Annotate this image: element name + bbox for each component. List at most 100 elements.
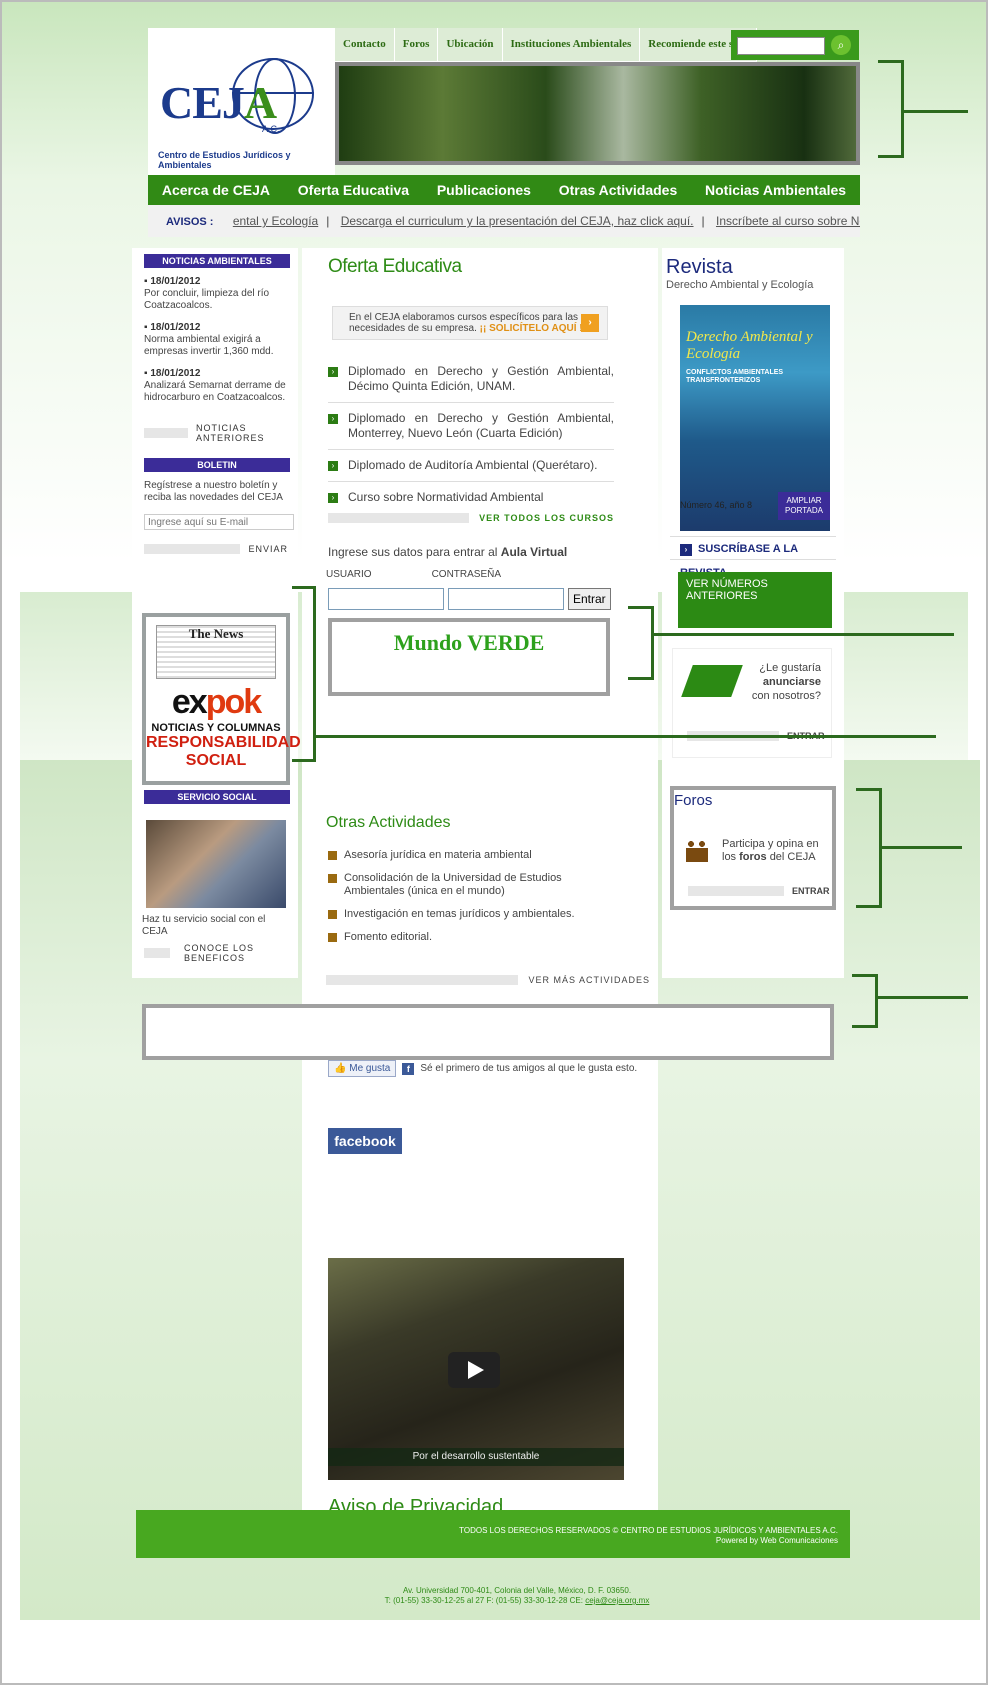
nav-noticias[interactable]: Noticias Ambientales <box>705 175 846 205</box>
foros-title: Foros <box>674 792 713 809</box>
logo-ac: A.C. <box>262 124 280 134</box>
suscribase-link[interactable]: ›SUSCRÍBASE A LA REVISTA <box>670 536 836 579</box>
nav-otras[interactable]: Otras Actividades <box>559 175 678 205</box>
bar <box>144 948 170 958</box>
bar <box>328 513 470 523</box>
aviso-link[interactable]: ental y Ecología <box>233 214 318 228</box>
enviar-button[interactable]: ENVIAR <box>144 542 288 556</box>
promo-cta: ¡¡ SOLICÍTELO AQUÍ !! <box>479 323 586 334</box>
annotation-line <box>904 110 968 113</box>
top-nav: Contacto Foros Ubicación Instituciones A… <box>335 28 758 62</box>
search-box: ⌕ <box>731 30 859 60</box>
nav-acerca[interactable]: Acerca de CEJA <box>162 175 270 205</box>
mundo-verde-banner[interactable]: Mundo VERDE <box>328 618 610 696</box>
course-text: Diplomado de Auditoría Ambiental (Querét… <box>348 458 598 472</box>
password-input[interactable] <box>448 588 564 610</box>
course-item[interactable]: › Diplomado en Derecho y Gestión Ambienta… <box>328 403 614 450</box>
login-labels: USUARIO CONTRASEÑA <box>326 569 658 580</box>
ver-mas-label: VER MÁS ACTIVIDADES <box>528 975 650 985</box>
address-line1: Av. Universidad 700-401, Colonia del Val… <box>402 1586 632 1595</box>
usuario-input[interactable] <box>328 588 444 610</box>
footer-copyright: TODOS LOS DERECHOS RESERVADOS © CENTRO D… <box>459 1526 838 1535</box>
ver-numeros-button[interactable]: VER NÚMEROS ANTERIORES <box>678 572 832 628</box>
aviso-link[interactable]: Descarga el curriculum y la presentación… <box>341 214 694 228</box>
expok-logo-b: pok <box>205 683 262 721</box>
annotation-bracket <box>292 586 316 762</box>
foros-entrar[interactable]: ENTRAR <box>688 886 830 896</box>
header-banner <box>335 62 860 165</box>
foros-box[interactable]: Foros Participa y opina en los foros del… <box>670 786 836 910</box>
email-field[interactable] <box>144 514 294 530</box>
boletin-text: Regístrese a nuestro boletín y reciba la… <box>144 480 283 503</box>
email-link[interactable]: ceja@ceja.org.mx <box>585 1596 649 1605</box>
address-line2: T: (01-55) 33-30-12-25 al 27 F: (01-55) … <box>322 1596 712 1606</box>
address-phones: T: (01-55) 33-30-12-25 al 27 F: (01-55) … <box>384 1596 583 1605</box>
annotation-bracket <box>628 606 654 680</box>
topnav-ubicacion[interactable]: Ubicación <box>438 28 503 61</box>
like-button[interactable]: 👍 Me gusta <box>328 1060 397 1077</box>
social-more-label: CONOCE LOS BENEFICOS <box>184 943 255 963</box>
social-text: Haz tu servicio social con el CEJA <box>142 914 266 937</box>
news-date: 18/01/2012 <box>150 368 201 379</box>
ver-cursos-label: VER TODOS LOS CURSOS <box>479 513 614 523</box>
aviso-separator: | <box>701 214 705 228</box>
bar <box>144 428 188 438</box>
promo-banner[interactable]: En el CEJA elaboramos cursos específicos… <box>332 306 608 340</box>
activity-text: Consolidación de la Universidad de Estud… <box>344 872 562 897</box>
search-input[interactable] <box>737 37 825 55</box>
topnav-instituciones[interactable]: Instituciones Ambientales <box>503 28 641 61</box>
ampliar-portada-button[interactable]: AMPLIAR PORTADA <box>778 492 830 520</box>
like-text: Sé el primero de tus amigos al que le gu… <box>420 1063 638 1074</box>
social-header: SERVICIO SOCIAL <box>144 790 290 804</box>
course-item[interactable]: › Curso sobre Normatividad Ambiental <box>328 482 614 513</box>
annotation-bracket <box>856 788 882 908</box>
news-item[interactable]: ▪ 18/01/2012 Por concluir, limpieza del r… <box>132 276 298 312</box>
nav-publicaciones[interactable]: Publicaciones <box>437 175 531 205</box>
cover-topic: CONFLICTOS AMBIENTALES TRANSFRONTERIZOS <box>686 369 784 384</box>
activity-text: Fomento editorial. <box>344 931 433 943</box>
facebook-button[interactable]: facebook <box>328 1128 402 1154</box>
play-icon[interactable] <box>448 1352 500 1388</box>
issue-number: Número 46, año 8 <box>680 500 753 510</box>
expok-ad[interactable]: The News expok NOTICIAS Y COLUMNAS RESPO… <box>142 613 301 785</box>
arrow-bullet-icon: › <box>328 367 338 377</box>
ver-mas-link[interactable]: VER MÁS ACTIVIDADES <box>326 975 650 985</box>
course-text: Curso sobre Normatividad Ambiental <box>348 490 544 504</box>
entrar-button[interactable]: Entrar <box>568 588 611 610</box>
activity-text: Investigación en temas jurídicos y ambie… <box>344 908 575 920</box>
news-item[interactable]: ▪ 18/01/2012 Analizará Semarnat derrame d… <box>132 368 298 404</box>
book-icon <box>681 665 743 697</box>
video-player[interactable]: Por el desarrollo sustentable <box>328 1258 624 1480</box>
course-item[interactable]: › Diplomado de Auditoría Ambiental (Queré… <box>328 450 614 482</box>
activity-item[interactable]: Fomento editorial. <box>328 928 608 947</box>
ver-cursos-link[interactable]: VER TODOS LOS CURSOS <box>328 513 614 523</box>
course-item[interactable]: › Diplomado en Derecho y Gestión Ambienta… <box>328 356 614 403</box>
activity-item[interactable]: Consolidación de la Universidad de Estud… <box>328 869 608 901</box>
topnav-contacto[interactable]: Contacto <box>335 28 395 61</box>
annotation-line <box>878 996 968 999</box>
anunciarse-text: ¿Le gustaría anunciarse con nosotros? <box>752 661 821 703</box>
nav-oferta[interactable]: Oferta Educativa <box>298 175 409 205</box>
news-more-link[interactable]: NOTICIAS ANTERIORES <box>144 423 288 443</box>
main-nav: Acerca de CEJA Oferta Educativa Publicac… <box>148 175 860 205</box>
facebook-widget-box <box>142 1004 834 1060</box>
annotation-line <box>316 735 936 738</box>
forest-image <box>339 66 856 161</box>
search-icon[interactable]: ⌕ <box>831 35 851 55</box>
news-item[interactable]: ▪ 18/01/2012 Norma ambiental exigirá a em… <box>132 322 298 358</box>
logo[interactable]: CEJA A.C. Centro de Estudios Jurídicos y… <box>148 28 335 175</box>
anunciarse-box[interactable]: ¿Le gustaríaanunciarsecon nosotros? ENTR… <box>672 648 832 758</box>
news-text: Norma ambiental exigirá a empresas inver… <box>144 334 274 357</box>
aviso-link[interactable]: Inscríbete al curso sobre Norn <box>716 214 860 228</box>
course-text: Diplomado en Derecho y Gestión Ambiental… <box>348 364 614 393</box>
center-column: Oferta Educativa En el CEJA elaboramos c… <box>142 248 834 1605</box>
topnav-foros[interactable]: Foros <box>395 28 439 61</box>
course-text: Diplomado en Derecho y Gestión Ambiental… <box>348 411 614 440</box>
news-date: 18/01/2012 <box>150 322 201 333</box>
activity-item[interactable]: Investigación en temas jurídicos y ambie… <box>328 905 608 924</box>
social-more-link[interactable]: CONOCE LOS BENEFICOS <box>144 943 300 963</box>
annotation-line <box>654 633 954 636</box>
arrow-bullet-icon <box>328 874 337 883</box>
bar <box>144 544 241 554</box>
activity-item[interactable]: Asesoría jurídica en materia ambiental <box>328 846 608 865</box>
